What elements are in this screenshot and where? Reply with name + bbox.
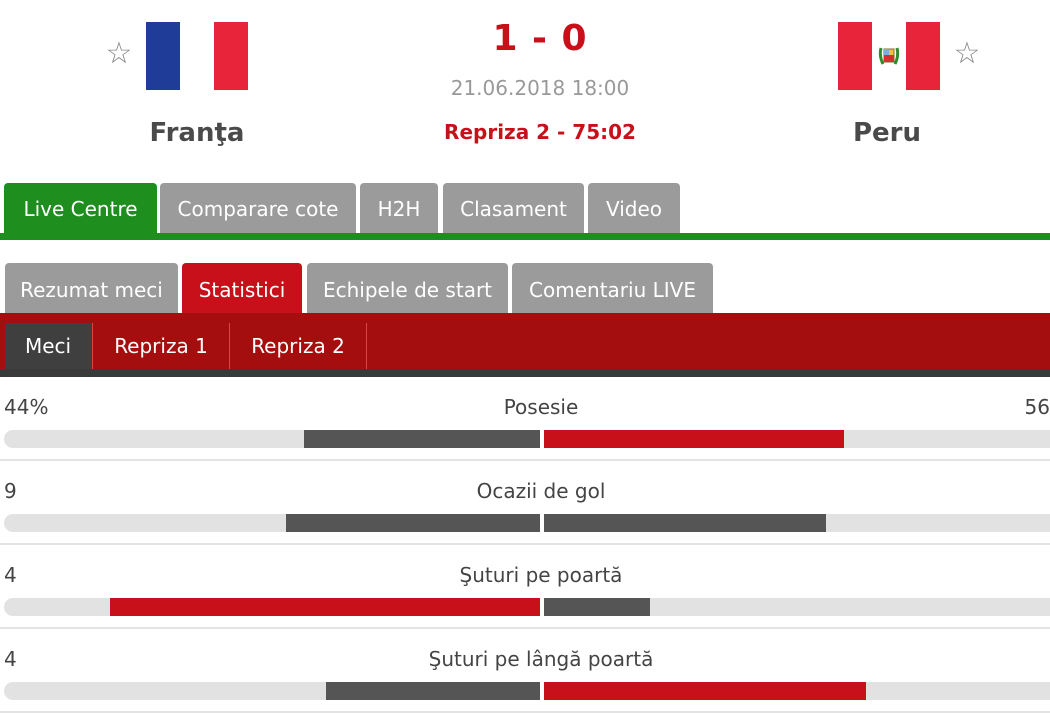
tab-live-centre[interactable]: Live Centre bbox=[4, 183, 157, 233]
sub-tabs: Rezumat meci Statistici Echipele de star… bbox=[0, 263, 1050, 313]
stat-label: Ocazii de gol bbox=[476, 479, 606, 503]
stat-label: Posesie bbox=[503, 395, 579, 419]
stat-away-bar bbox=[542, 682, 866, 700]
stat-row: 9 Ocazii de gol bbox=[0, 461, 1050, 545]
stat-home-bar bbox=[286, 514, 542, 532]
main-tabs-underline bbox=[0, 233, 1050, 240]
stat-mid-gap bbox=[540, 514, 544, 532]
stat-home-bar bbox=[304, 430, 542, 448]
favorite-away-star-icon[interactable]: ☆ bbox=[951, 38, 983, 70]
stat-row: 4 Şuturi pe lângă poartă bbox=[0, 629, 1050, 713]
peru-flag bbox=[838, 22, 940, 90]
tab-h2h[interactable]: H2H bbox=[360, 183, 438, 233]
away-team-name[interactable]: Peru bbox=[787, 118, 987, 148]
period-tab-repriza-1[interactable]: Repriza 1 bbox=[93, 323, 229, 369]
stat-away-value: 56 bbox=[1024, 395, 1050, 419]
home-team-name[interactable]: Franţa bbox=[97, 118, 297, 148]
stat-row: 44% Posesie 56 bbox=[0, 377, 1050, 461]
tab-statistici[interactable]: Statistici bbox=[182, 263, 302, 313]
tab-clasament[interactable]: Clasament bbox=[443, 183, 584, 233]
stat-row: 4 Şuturi pe poartă bbox=[0, 545, 1050, 629]
match-datetime: 21.06.2018 18:00 bbox=[450, 76, 630, 100]
stats-list: 44% Posesie 56 9 Ocazii de gol 4 Şuturi … bbox=[0, 377, 1050, 713]
stat-mid-gap bbox=[540, 430, 544, 448]
stat-away-bar bbox=[542, 430, 844, 448]
stat-home-bar bbox=[326, 682, 542, 700]
favorite-home-star-icon[interactable]: ☆ bbox=[103, 38, 135, 70]
stat-home-value: 44% bbox=[4, 395, 49, 419]
match-header: ☆ Franţa 1 - 0 21.06.2018 18:00 Repriza … bbox=[0, 0, 1050, 180]
stat-home-value: 9 bbox=[4, 479, 17, 503]
stat-home-value: 4 bbox=[4, 647, 17, 671]
period-divider bbox=[366, 323, 367, 369]
tab-echipele-de-start[interactable]: Echipele de start bbox=[307, 263, 508, 313]
stat-away-bar bbox=[542, 514, 826, 532]
tab-rezumat-meci[interactable]: Rezumat meci bbox=[5, 263, 178, 313]
stat-label: Şuturi pe lângă poartă bbox=[428, 647, 654, 671]
period-tab-repriza-2[interactable]: Repriza 2 bbox=[230, 323, 366, 369]
stat-mid-gap bbox=[540, 682, 544, 700]
tab-comparare-cote[interactable]: Comparare cote bbox=[160, 183, 356, 233]
period-selector: Meci Repriza 1 Repriza 2 bbox=[0, 313, 1050, 371]
tab-comentariu-live[interactable]: Comentariu LIVE bbox=[512, 263, 713, 313]
period-tab-meci[interactable]: Meci bbox=[5, 323, 91, 369]
stat-home-value: 4 bbox=[4, 563, 17, 587]
match-status: Repriza 2 - 75:02 bbox=[444, 120, 636, 144]
stat-home-bar bbox=[110, 598, 542, 616]
peru-coat-of-arms-icon bbox=[878, 47, 900, 65]
main-tabs: Live Centre Comparare cote H2H Clasament… bbox=[0, 183, 1050, 241]
tab-video[interactable]: Video bbox=[588, 183, 680, 233]
match-score: 1 - 0 bbox=[492, 18, 588, 59]
stat-away-bar bbox=[542, 598, 650, 616]
stat-label: Şuturi pe poartă bbox=[459, 563, 623, 587]
stat-mid-gap bbox=[540, 598, 544, 616]
france-flag bbox=[146, 22, 248, 90]
period-bar-bottom-line bbox=[0, 369, 1050, 377]
